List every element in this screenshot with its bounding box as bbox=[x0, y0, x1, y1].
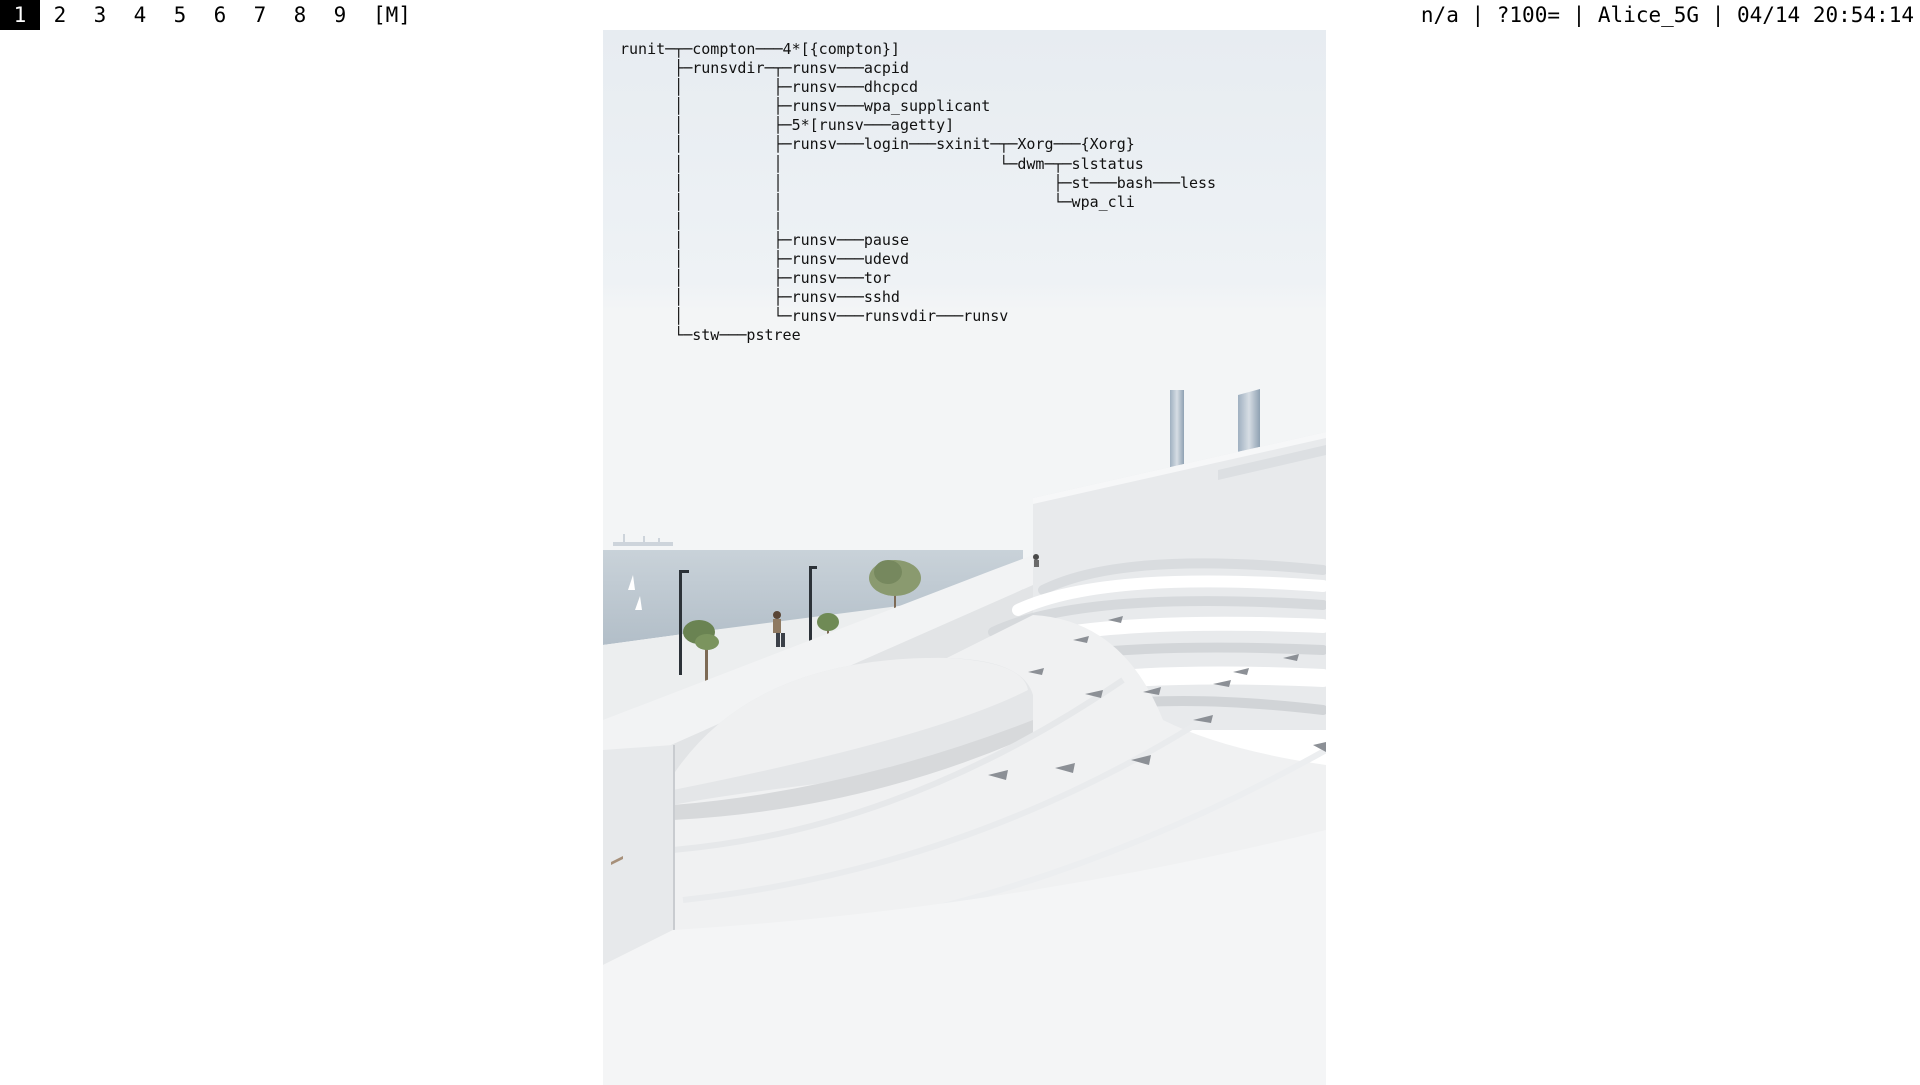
pstree-line: │ ├─5*[runsv───agetty] bbox=[620, 116, 955, 135]
pstree-line: │ ├─runsv───login───sxinit─┬─Xorg───{Xor… bbox=[620, 135, 1135, 154]
pstree-line: │ ├─runsv───sshd bbox=[620, 288, 900, 307]
status-bar: 1 2 3 4 5 6 7 8 9 [M] n/a | ?100= | Alic… bbox=[0, 0, 1920, 30]
pstree-line: │ ├─runsv───dhcpcd bbox=[620, 78, 919, 97]
terminal-window[interactable]: runit─┬─compton───4*[{compton}] ├─runsvd… bbox=[603, 30, 1326, 1085]
tag-8-button[interactable]: 8 bbox=[280, 0, 320, 30]
pstree-line: │ │ └─wpa_cli bbox=[620, 192, 1135, 211]
pstree-line: │ ├─runsv───pause bbox=[620, 230, 909, 249]
tag-9-button[interactable]: 9 bbox=[320, 0, 360, 30]
tag-list: 1 2 3 4 5 6 7 8 9 [M] bbox=[0, 0, 411, 30]
pstree-output[interactable]: runit─┬─compton───4*[{compton}] ├─runsvd… bbox=[620, 40, 1216, 346]
tag-6-button[interactable]: 6 bbox=[200, 0, 240, 30]
tag-2-button[interactable]: 2 bbox=[40, 0, 80, 30]
pstree-line: │ │ bbox=[620, 211, 783, 230]
status-text: n/a | ?100= | Alice_5G | 04/14 20:54:14 bbox=[1420, 3, 1914, 27]
pstree-line: ├─runsvdir─┬─runsv───acpid bbox=[620, 59, 909, 78]
pstree-line: │ └─runsv───runsvdir───runsv bbox=[620, 307, 1009, 326]
pstree-line: runit─┬─compton───4*[{compton}] bbox=[620, 40, 900, 58]
pstree-line: │ │ ├─st───bash───less bbox=[620, 173, 1217, 192]
tag-5-button[interactable]: 5 bbox=[160, 0, 200, 30]
tag-1-button[interactable]: 1 bbox=[0, 0, 40, 30]
layout-indicator[interactable]: [M] bbox=[360, 0, 411, 30]
pstree-line: │ ├─runsv───tor bbox=[620, 269, 891, 288]
tag-3-button[interactable]: 3 bbox=[80, 0, 120, 30]
tag-4-button[interactable]: 4 bbox=[120, 0, 160, 30]
pstree-line: │ ├─runsv───udevd bbox=[620, 250, 909, 269]
pstree-line: │ │ └─dwm─┬─slstatus bbox=[620, 154, 1144, 173]
pstree-line: └─stw───pstree bbox=[620, 326, 801, 345]
pstree-line: │ ├─runsv───wpa_supplicant bbox=[620, 97, 991, 116]
tag-7-button[interactable]: 7 bbox=[240, 0, 280, 30]
